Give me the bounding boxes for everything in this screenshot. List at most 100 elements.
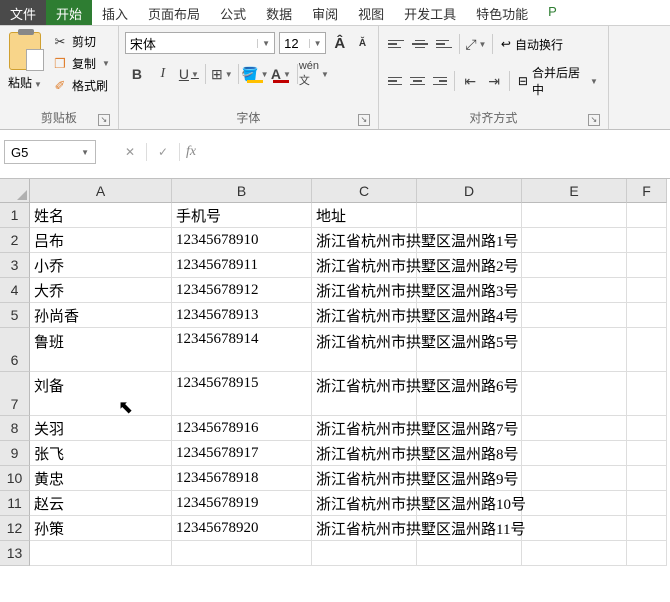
paste-button[interactable]: 粘贴▼ — [6, 28, 44, 107]
tab-data[interactable]: 数据 — [256, 0, 302, 25]
font-size-select[interactable]: 12▼ — [279, 32, 326, 54]
cell[interactable] — [522, 253, 627, 278]
chevron-down-icon[interactable]: ▼ — [309, 39, 322, 48]
align-bottom-button[interactable] — [433, 33, 455, 55]
cell[interactable]: 小乔 — [30, 253, 172, 278]
font-color-button[interactable]: A▼ — [269, 62, 293, 86]
name-box[interactable]: G5▼ — [4, 140, 96, 164]
row-header[interactable]: 4 — [0, 278, 30, 303]
row-header[interactable]: 1 — [0, 203, 30, 228]
chevron-down-icon[interactable]: ▼ — [34, 80, 42, 89]
cell[interactable] — [522, 441, 627, 466]
chevron-down-icon[interactable]: ▼ — [321, 70, 329, 79]
row-header[interactable]: 7 — [0, 372, 30, 416]
col-header-a[interactable]: A — [30, 179, 172, 203]
tab-special[interactable]: 特色功能 — [466, 0, 538, 25]
cell[interactable] — [522, 303, 627, 328]
cell[interactable] — [627, 203, 667, 228]
align-top-button[interactable] — [385, 33, 407, 55]
cell[interactable]: 12345678910 — [172, 228, 312, 253]
cell[interactable]: 浙江省杭州市拱墅区温州路11号 — [312, 516, 417, 541]
col-header-b[interactable]: B — [172, 179, 312, 203]
cell[interactable]: 张飞 — [30, 441, 172, 466]
cell[interactable] — [522, 466, 627, 491]
format-painter-button[interactable]: ✐格式刷 — [50, 76, 112, 95]
border-button[interactable]: ⊞▼ — [210, 62, 234, 86]
orientation-button[interactable]: ⤢▼ — [464, 32, 488, 56]
tab-p[interactable]: P — [538, 0, 567, 25]
cell[interactable] — [522, 372, 627, 416]
select-all-corner[interactable] — [0, 179, 30, 203]
cell[interactable] — [522, 203, 627, 228]
formula-input[interactable] — [196, 140, 670, 164]
chevron-down-icon[interactable]: ▼ — [590, 77, 598, 86]
decrease-indent-button[interactable]: ⇤ — [459, 69, 481, 93]
cell[interactable] — [627, 416, 667, 441]
increase-indent-button[interactable]: ⇥ — [483, 69, 505, 93]
cell[interactable] — [627, 441, 667, 466]
dialog-launcher-icon[interactable]: ↘ — [358, 114, 370, 126]
cell[interactable]: 浙江省杭州市拱墅区温州路1号 — [312, 228, 417, 253]
row-header[interactable]: 12 — [0, 516, 30, 541]
cell[interactable]: 12345678911 — [172, 253, 312, 278]
row-header[interactable]: 11 — [0, 491, 30, 516]
cell[interactable] — [30, 541, 172, 566]
tab-file[interactable]: 文件 — [0, 0, 46, 25]
chevron-down-icon[interactable]: ▼ — [257, 39, 270, 48]
chevron-down-icon[interactable]: ▼ — [102, 59, 110, 68]
row-header[interactable]: 9 — [0, 441, 30, 466]
cell[interactable]: 吕布 — [30, 228, 172, 253]
tab-review[interactable]: 审阅 — [302, 0, 348, 25]
row-header[interactable]: 2 — [0, 228, 30, 253]
cell[interactable] — [627, 491, 667, 516]
cell[interactable]: 12345678918 — [172, 466, 312, 491]
cell[interactable] — [627, 278, 667, 303]
row-header[interactable]: 8 — [0, 416, 30, 441]
cell[interactable]: 浙江省杭州市拱墅区温州路9号 — [312, 466, 417, 491]
cell[interactable] — [627, 372, 667, 416]
fx-icon[interactable]: fx — [186, 144, 196, 160]
tab-page-layout[interactable]: 页面布局 — [138, 0, 210, 25]
chevron-down-icon[interactable]: ▼ — [81, 148, 89, 157]
cell[interactable]: 鲁班 — [30, 328, 172, 372]
cell[interactable]: 浙江省杭州市拱墅区温州路7号 — [312, 416, 417, 441]
align-middle-button[interactable] — [409, 33, 431, 55]
cell[interactable] — [522, 416, 627, 441]
col-header-e[interactable]: E — [522, 179, 627, 203]
font-name-select[interactable]: 宋体▼ — [125, 32, 275, 54]
tab-home[interactable]: 开始 — [46, 0, 92, 25]
cell[interactable]: 孙尚香 — [30, 303, 172, 328]
cell[interactable] — [522, 516, 627, 541]
cell[interactable] — [627, 466, 667, 491]
cell[interactable]: 12345678916 — [172, 416, 312, 441]
cell[interactable] — [627, 541, 667, 566]
col-header-d[interactable]: D — [417, 179, 522, 203]
row-header[interactable]: 6 — [0, 328, 30, 372]
align-left-button[interactable] — [385, 70, 406, 92]
cell[interactable] — [522, 541, 627, 566]
dialog-launcher-icon[interactable]: ↘ — [98, 114, 110, 126]
cell[interactable]: 关羽 — [30, 416, 172, 441]
cell[interactable]: 12345678912 — [172, 278, 312, 303]
tab-insert[interactable]: 插入 — [92, 0, 138, 25]
bold-button[interactable]: B — [125, 62, 149, 86]
cell[interactable] — [627, 253, 667, 278]
cell[interactable]: 浙江省杭州市拱墅区温州路5号 — [312, 328, 417, 372]
confirm-formula-button[interactable]: ✓ — [147, 141, 179, 163]
cell[interactable] — [627, 328, 667, 372]
cell[interactable] — [627, 228, 667, 253]
dialog-launcher-icon[interactable]: ↘ — [588, 114, 600, 126]
cell[interactable] — [417, 203, 522, 228]
cell[interactable]: 12345678920 — [172, 516, 312, 541]
cell[interactable] — [627, 303, 667, 328]
cell[interactable]: 浙江省杭州市拱墅区温州路8号 — [312, 441, 417, 466]
italic-button[interactable]: I — [151, 62, 175, 86]
chevron-down-icon[interactable]: ▼ — [283, 70, 291, 79]
cell[interactable] — [522, 328, 627, 372]
row-header[interactable]: 10 — [0, 466, 30, 491]
cell[interactable]: 地址 — [312, 203, 417, 228]
cell[interactable]: 12345678917 — [172, 441, 312, 466]
chevron-down-icon[interactable]: ▼ — [479, 40, 487, 49]
cell[interactable]: 浙江省杭州市拱墅区温州路3号 — [312, 278, 417, 303]
cell[interactable] — [522, 278, 627, 303]
